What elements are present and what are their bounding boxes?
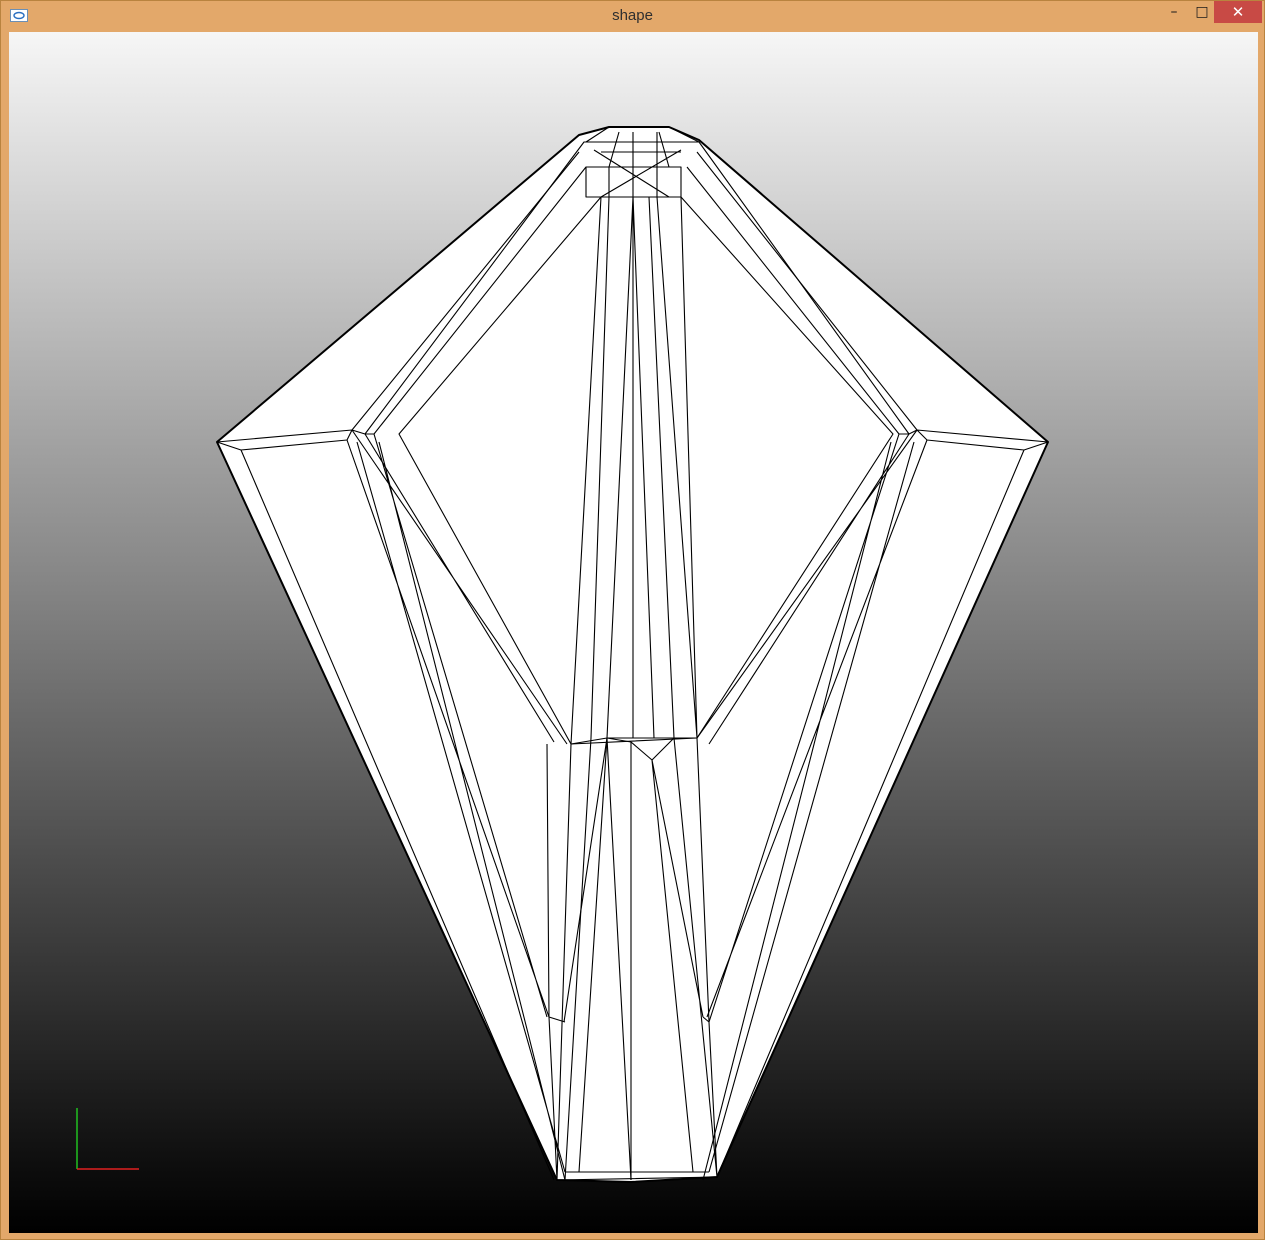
minimize-button[interactable]: – [1159, 1, 1189, 23]
shape-mesh [216, 126, 1049, 1183]
maximize-button[interactable]: □ [1187, 1, 1217, 23]
close-button[interactable]: ✕ [1214, 1, 1262, 23]
window-title: shape [612, 7, 653, 24]
axis-triad [76, 1108, 139, 1170]
3d-viewport[interactable] [9, 32, 1258, 1233]
title-bar[interactable]: shape – □ ✕ [1, 1, 1264, 31]
app-window: shape – □ ✕ [0, 0, 1265, 1240]
wireframe-canvas [76, 126, 1049, 1183]
